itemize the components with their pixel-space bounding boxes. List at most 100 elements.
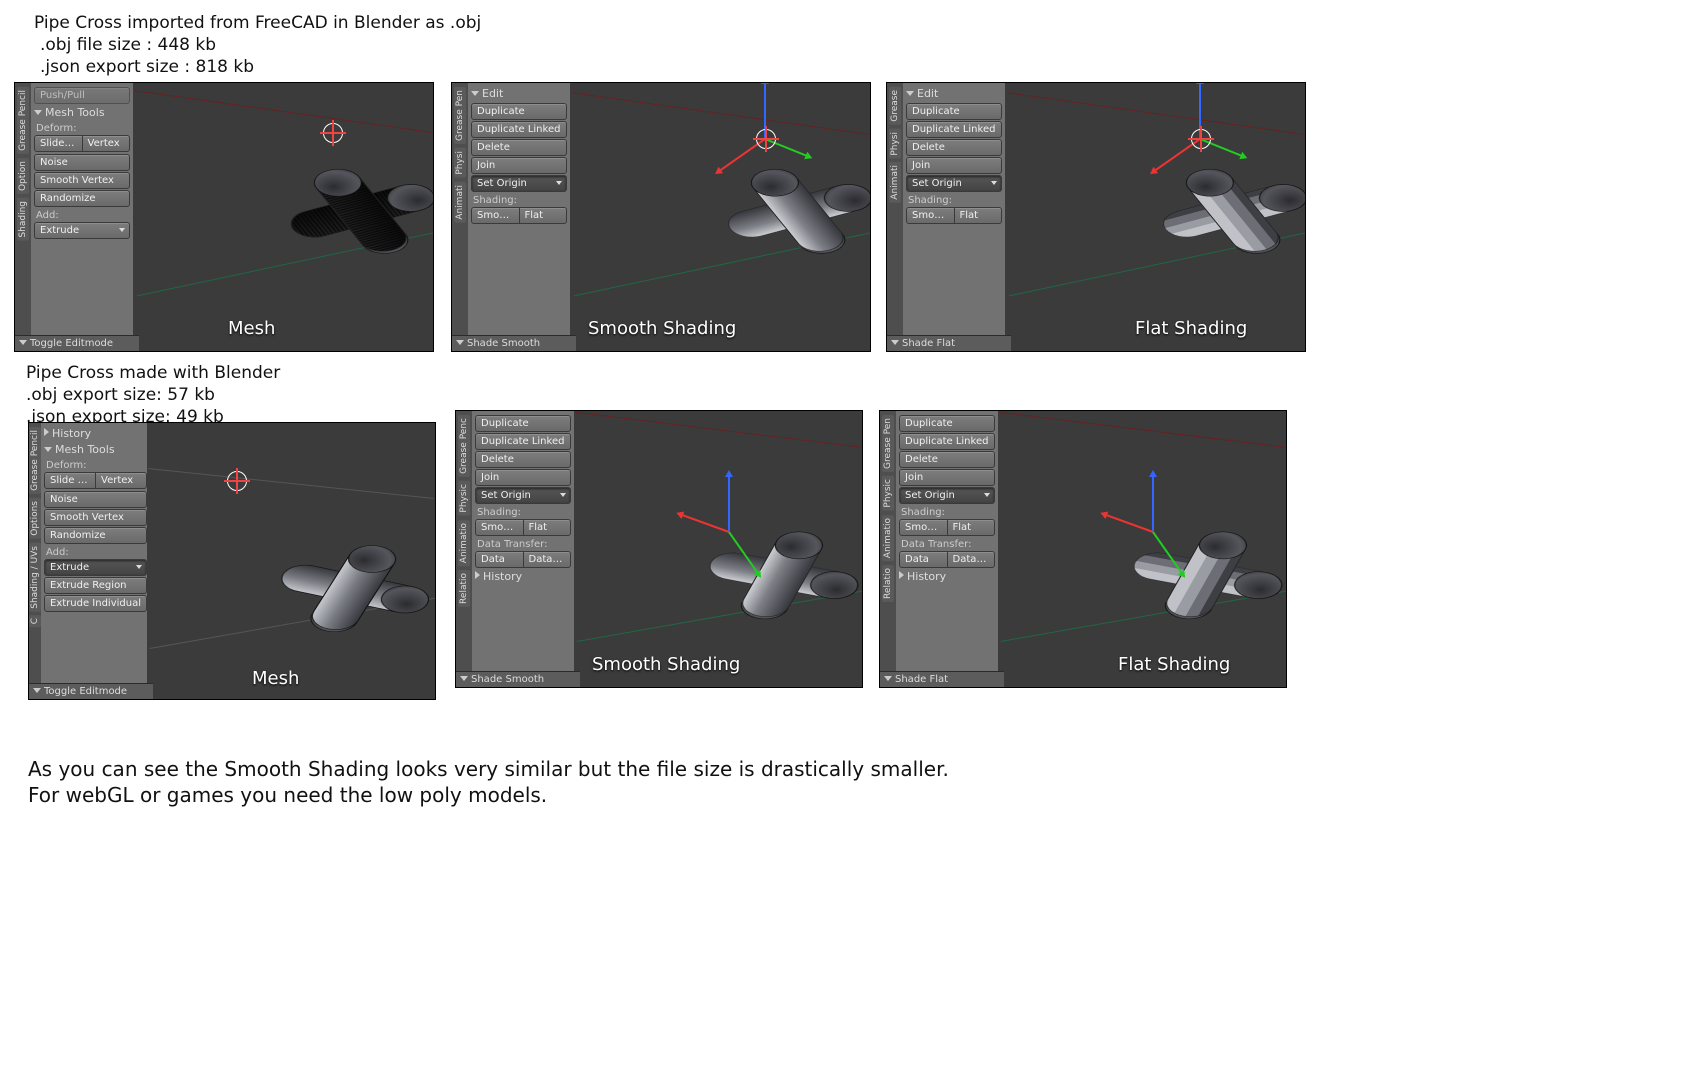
tab-option[interactable]: Option: [17, 158, 29, 194]
tile-blender-flat: Grease Pen Physic Animatio Relatio Dupli…: [879, 410, 1287, 688]
history-section[interactable]: History: [44, 426, 147, 442]
tab-grease[interactable]: Grease: [889, 87, 901, 125]
duplicate-button[interactable]: Duplicate: [475, 415, 571, 432]
smooth-button[interactable]: Smooth: [899, 519, 948, 536]
duplicate-linked-button[interactable]: Duplicate Linked: [899, 433, 995, 450]
tab-animation[interactable]: Animatio: [882, 515, 894, 561]
data-layout-button[interactable]: Data Lay: [948, 551, 996, 568]
smooth-vertex-button[interactable]: Smooth Vertex: [34, 172, 130, 189]
shading-label: Shading:: [899, 505, 995, 518]
footer-shade-smooth: Shade Smooth: [452, 335, 576, 351]
duplicate-linked-button[interactable]: Duplicate Linked: [475, 433, 571, 450]
flat-button[interactable]: Flat: [955, 207, 1003, 224]
duplicate-linked-button[interactable]: Duplicate Linked: [471, 121, 567, 138]
slide-edge-button[interactable]: Slide Ed: [44, 472, 96, 489]
set-origin-dropdown[interactable]: Set Origin: [906, 175, 1002, 192]
data-layout-button[interactable]: Data Lay: [524, 551, 572, 568]
noise-button[interactable]: Noise: [44, 491, 147, 508]
tab-grease-pen[interactable]: Grease Pen: [882, 415, 894, 472]
randomize-button[interactable]: Randomize: [34, 190, 130, 207]
vertex-button[interactable]: Vertex: [96, 472, 147, 489]
tab-grease-pencil[interactable]: Grease Pencil: [17, 87, 29, 154]
smooth-button[interactable]: Smooth: [475, 519, 524, 536]
smooth-button[interactable]: Smooth: [906, 207, 955, 224]
data-button[interactable]: Data: [475, 551, 524, 568]
delete-button[interactable]: Delete: [471, 139, 567, 156]
delete-button[interactable]: Delete: [899, 451, 995, 468]
caption-smooth: Smooth Shading: [588, 318, 736, 339]
history-section[interactable]: History: [475, 569, 571, 585]
viewport-mesh[interactable]: Mesh: [133, 83, 433, 351]
add-label: Add:: [34, 208, 130, 221]
duplicate-button[interactable]: Duplicate: [899, 415, 995, 432]
extrude-region-button[interactable]: Extrude Region: [44, 577, 147, 594]
duplicate-linked-button[interactable]: Duplicate Linked: [906, 121, 1002, 138]
tab-animation[interactable]: Animati: [454, 182, 466, 223]
tab-grease-pen[interactable]: Grease Pen: [454, 87, 466, 144]
viewport-flat[interactable]: Flat Shading: [1005, 83, 1305, 351]
extrude-dropdown[interactable]: Extrude: [34, 222, 130, 239]
smooth-vertex-button[interactable]: Smooth Vertex: [44, 509, 147, 526]
caption-mesh: Mesh: [252, 668, 299, 689]
footer-toggle-editmode: Toggle Editmode: [29, 683, 153, 699]
edit-section[interactable]: Edit: [906, 86, 1002, 102]
vertical-tabs: Grease Pencil Option Shading: [15, 83, 31, 351]
tab-grease-pencil[interactable]: Grease Pencil: [29, 427, 41, 494]
outro-line2: For webGL or games you need the low poly…: [28, 782, 547, 809]
footer-shade-smooth: Shade Smooth: [456, 671, 580, 687]
history-section[interactable]: History: [899, 569, 995, 585]
delete-button[interactable]: Delete: [475, 451, 571, 468]
tab-grease-pencil[interactable]: Grease Penc: [458, 415, 470, 477]
join-button[interactable]: Join: [906, 157, 1002, 174]
tab-shading[interactable]: Shading: [17, 198, 29, 241]
tab-animation[interactable]: Animati: [889, 162, 901, 203]
join-button[interactable]: Join: [899, 469, 995, 486]
tab-physics[interactable]: Physi: [454, 148, 466, 178]
intro-line2: .obj file size : 448 kb: [40, 34, 216, 57]
tab-relations[interactable]: Relatio: [458, 570, 470, 607]
tab-physics[interactable]: Physic: [882, 476, 894, 511]
tab-relations[interactable]: Relatio: [882, 565, 894, 602]
set-origin-dropdown[interactable]: Set Origin: [899, 487, 995, 504]
edit-section[interactable]: Edit: [471, 86, 567, 102]
set-origin-dropdown[interactable]: Set Origin: [471, 175, 567, 192]
tab-c[interactable]: C: [29, 615, 41, 627]
noise-button[interactable]: Noise: [34, 154, 130, 171]
flat-button[interactable]: Flat: [524, 519, 572, 536]
caption-mesh: Mesh: [228, 318, 275, 339]
intro-line3: .json export size : 818 kb: [40, 56, 254, 79]
extrude-individual-button[interactable]: Extrude Individual: [44, 595, 147, 612]
set-origin-dropdown[interactable]: Set Origin: [475, 487, 571, 504]
pushpull-button[interactable]: Push/Pull: [34, 87, 130, 104]
add-label: Add:: [44, 545, 147, 558]
viewport-mesh[interactable]: Mesh: [147, 423, 435, 699]
viewport-smooth[interactable]: Smooth Shading: [570, 83, 870, 351]
delete-button[interactable]: Delete: [906, 139, 1002, 156]
tab-options[interactable]: Options: [29, 498, 41, 539]
viewport-smooth[interactable]: Smooth Shading: [574, 411, 862, 687]
tab-shading-uvs[interactable]: Shading / UVs: [29, 543, 41, 612]
vertical-tabs: Grease Penc Physic Animatio Relatio: [456, 411, 472, 687]
data-button[interactable]: Data: [899, 551, 948, 568]
flat-button[interactable]: Flat: [520, 207, 568, 224]
footer-shade-flat: Shade Flat: [887, 335, 1011, 351]
randomize-button[interactable]: Randomize: [44, 527, 147, 544]
duplicate-button[interactable]: Duplicate: [906, 103, 1002, 120]
meshtools-section[interactable]: Mesh Tools: [34, 105, 130, 121]
join-button[interactable]: Join: [475, 469, 571, 486]
duplicate-button[interactable]: Duplicate: [471, 103, 567, 120]
extrude-dropdown[interactable]: Extrude: [44, 559, 147, 576]
flat-button[interactable]: Flat: [948, 519, 996, 536]
vertex-button[interactable]: Vertex: [83, 135, 131, 152]
tab-physics[interactable]: Physic: [458, 481, 470, 516]
vertical-tabs: Grease Physi Animati: [887, 83, 903, 351]
meshtools-section[interactable]: Mesh Tools: [44, 442, 147, 458]
tile-freecad-mesh: Grease Pencil Option Shading Push/Pull M…: [14, 82, 434, 352]
slide-edge-button[interactable]: Slide Ed: [34, 135, 83, 152]
join-button[interactable]: Join: [471, 157, 567, 174]
tab-animation[interactable]: Animatio: [458, 520, 470, 566]
smooth-button[interactable]: Smooth: [471, 207, 520, 224]
tab-physics[interactable]: Physi: [889, 129, 901, 159]
shading-label: Shading:: [471, 193, 567, 206]
viewport-flat[interactable]: Flat Shading: [998, 411, 1286, 687]
